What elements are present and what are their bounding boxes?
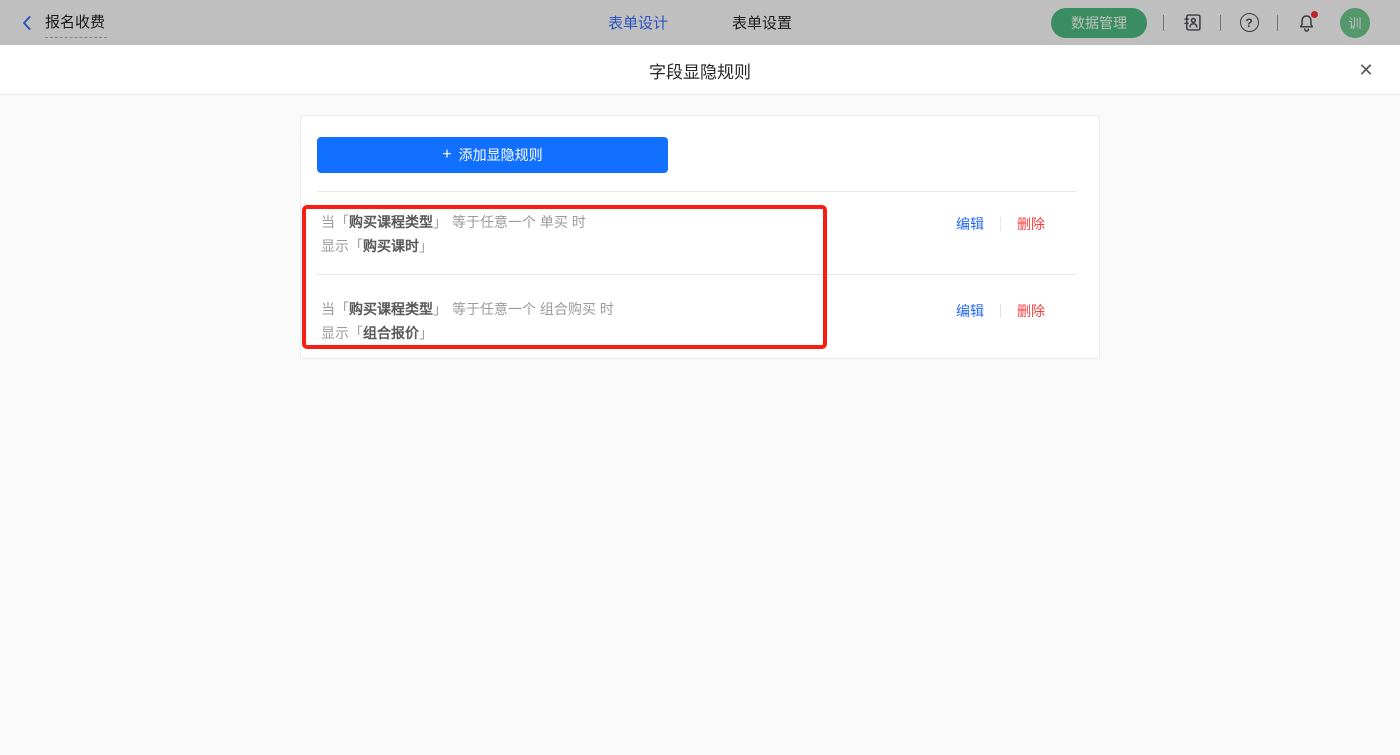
rule-action-line: 显示「组合报价」	[321, 321, 614, 345]
edit-button[interactable]: 编辑	[956, 301, 984, 321]
topbar-tabs: 表单设计 表单设置	[608, 0, 792, 45]
divider	[1277, 15, 1278, 31]
divider	[1163, 15, 1164, 31]
add-rule-button[interactable]: + 添加显隐规则	[317, 137, 668, 173]
rules-card: + 添加显隐规则 当「购买课程类型」等于任意一个 单买 时 显示「购买课时」 编…	[300, 115, 1100, 359]
condition-field: 购买课程类型	[349, 301, 433, 317]
divider	[317, 191, 1076, 192]
close-icon[interactable]: ✕	[1354, 58, 1378, 82]
divider	[1000, 304, 1001, 318]
divider	[1220, 15, 1221, 31]
avatar[interactable]: 训	[1340, 8, 1370, 38]
target-field: 组合报价	[363, 325, 419, 341]
condition-text: 等于任意一个 单买 时	[452, 214, 586, 230]
divider	[317, 274, 1076, 275]
topbar-right: 数据管理 ? 训	[1051, 0, 1370, 45]
contacts-button[interactable]	[1180, 11, 1204, 35]
add-rule-label: 添加显隐规则	[459, 145, 543, 165]
delete-button[interactable]: 删除	[1017, 214, 1045, 234]
target-field: 购买课时	[363, 238, 419, 254]
rule-row-1-actions: 编辑 删除	[956, 214, 1045, 234]
divider	[1000, 217, 1001, 231]
notification-dot	[1311, 11, 1318, 18]
rule-row-2-text: 当「购买课程类型」等于任意一个 组合购买 时 显示「组合报价」	[321, 297, 614, 345]
plus-icon: +	[442, 147, 451, 163]
rule-row-2-actions: 编辑 删除	[956, 301, 1045, 321]
help-button[interactable]: ?	[1237, 11, 1261, 35]
rule-action-line: 显示「购买课时」	[321, 234, 586, 258]
rule-condition-line: 当「购买课程类型」等于任意一个 单买 时	[321, 210, 586, 234]
help-icon: ?	[1240, 13, 1259, 32]
notifications-button[interactable]	[1294, 11, 1318, 35]
condition-field: 购买课程类型	[349, 214, 433, 230]
delete-button[interactable]: 删除	[1017, 301, 1045, 321]
tab-form-settings[interactable]: 表单设置	[732, 12, 792, 33]
rule-condition-line: 当「购买课程类型」等于任意一个 组合购买 时	[321, 297, 614, 321]
page-title: 字段显隐规则	[0, 45, 1400, 95]
topbar: 报名收费 表单设计 表单设置 数据管理 ?	[0, 0, 1400, 45]
condition-text: 等于任意一个 组合购买 时	[452, 301, 614, 317]
tab-form-design[interactable]: 表单设计	[608, 12, 668, 33]
modal-header: 字段显隐规则 ✕	[0, 45, 1400, 95]
contacts-book-icon	[1182, 12, 1203, 33]
data-manage-button[interactable]: 数据管理	[1051, 8, 1147, 38]
rule-row-1-text: 当「购买课程类型」等于任意一个 单买 时 显示「购买课时」	[321, 210, 586, 258]
back-label: 报名收费	[45, 0, 105, 45]
chevron-left-icon	[18, 14, 36, 32]
edit-button[interactable]: 编辑	[956, 214, 984, 234]
back-button[interactable]: 报名收费	[18, 0, 105, 45]
